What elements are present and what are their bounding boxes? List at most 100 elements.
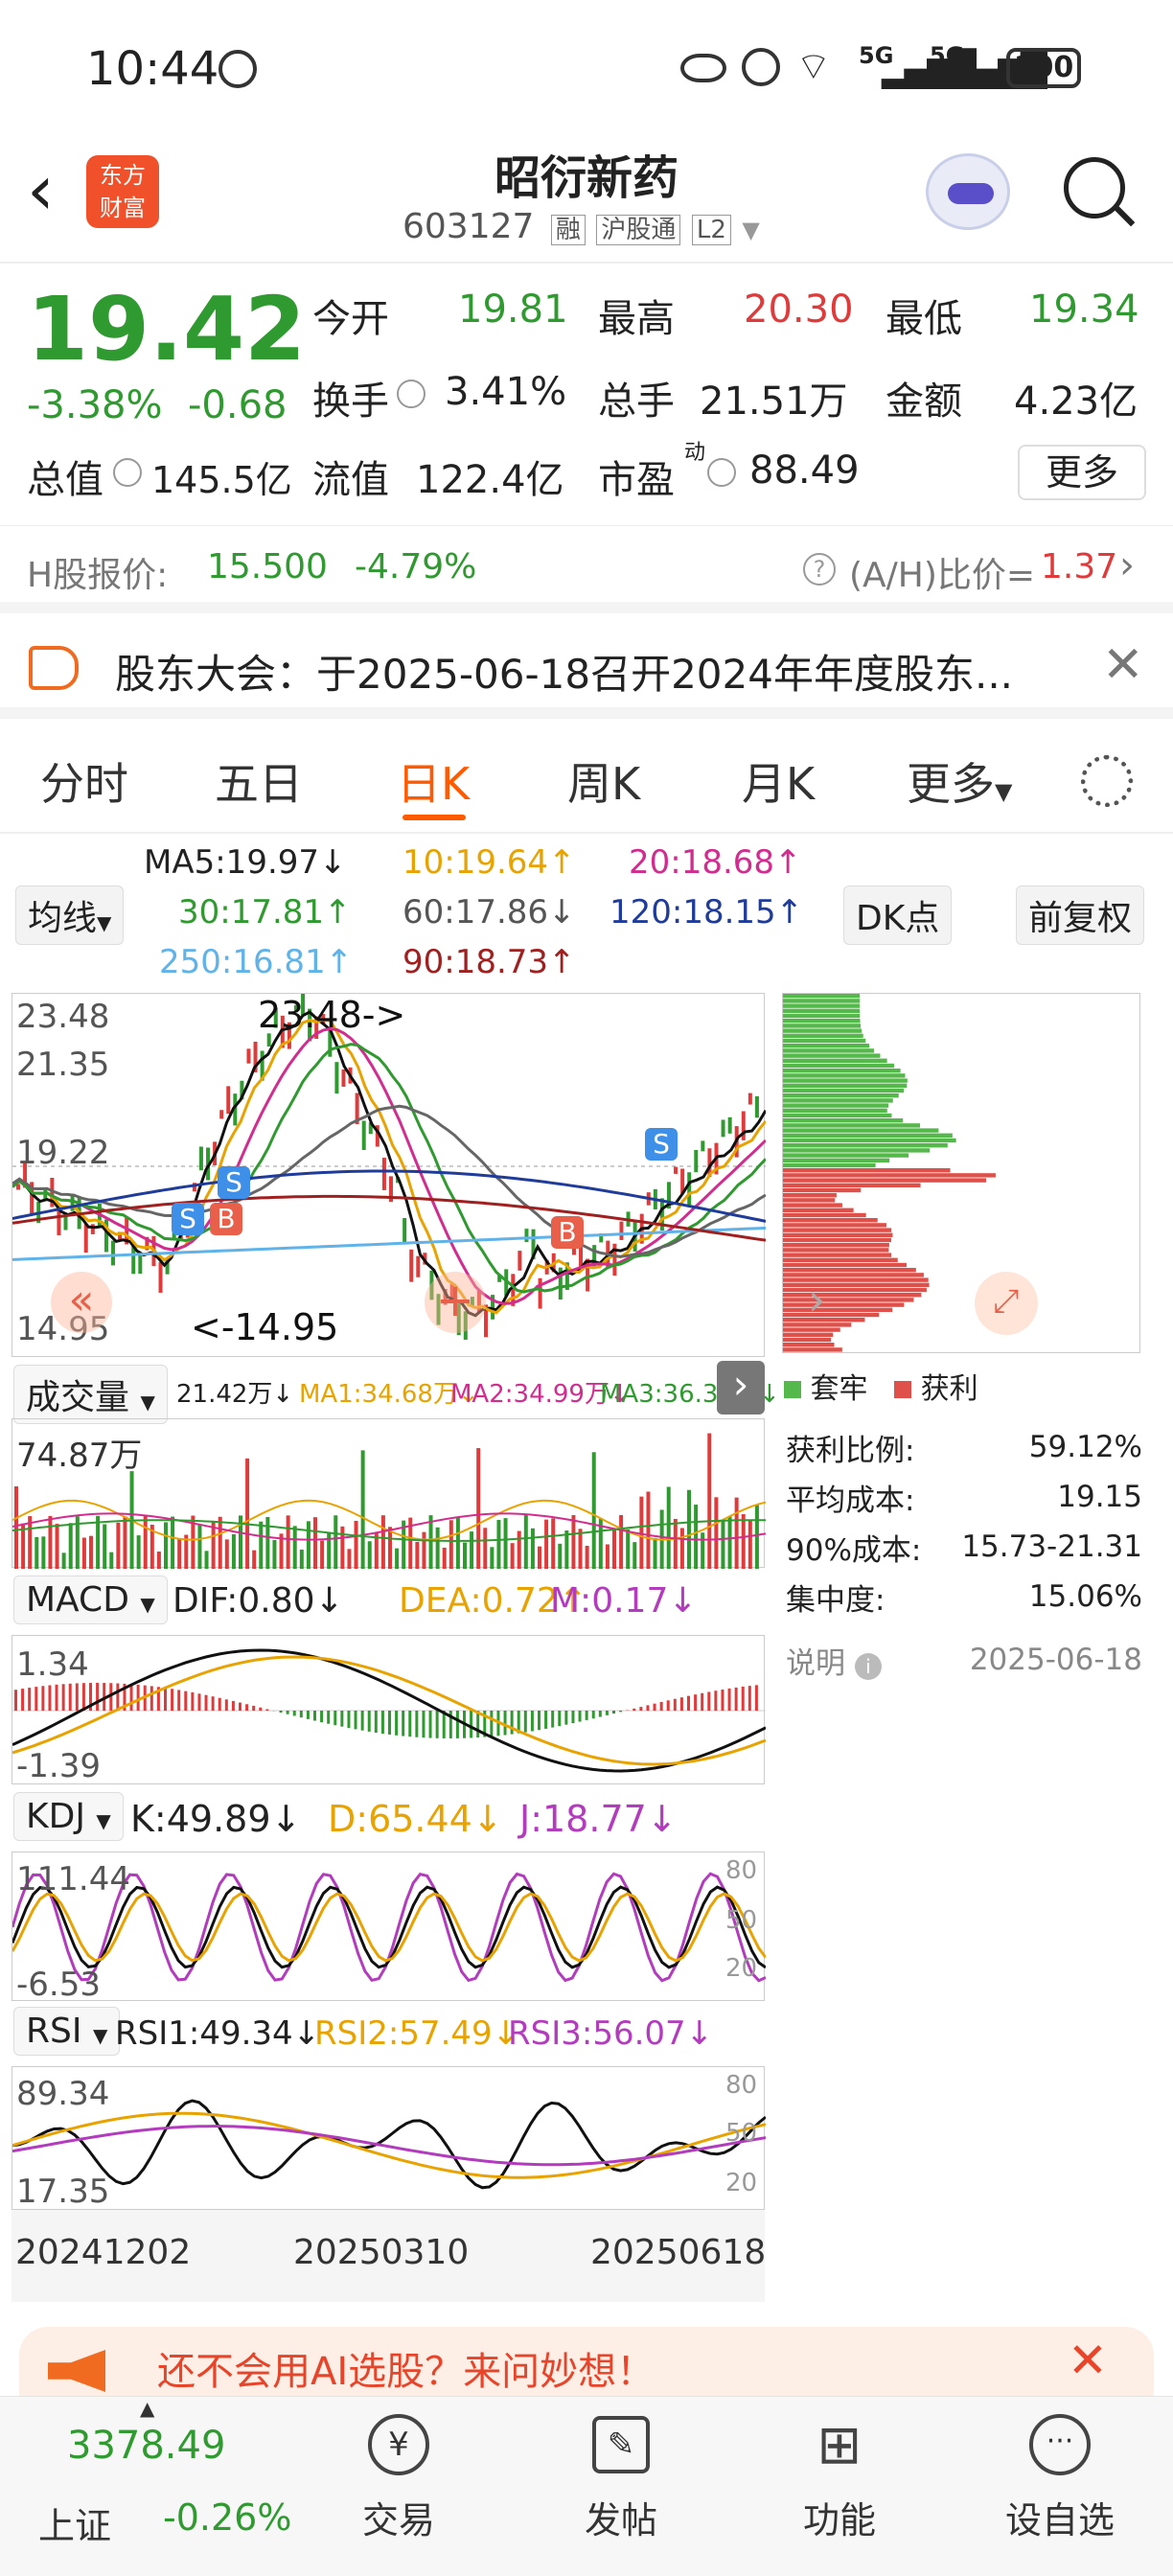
volume-bar: [299, 1549, 304, 1569]
kline-chart[interactable]: 23.48 21.35 19.22 14.95 23.48-> <-14.95 …: [12, 990, 768, 1357]
index-pct[interactable]: -0.26%: [163, 2496, 291, 2539]
macd-bar: [374, 1711, 378, 1733]
gear-icon[interactable]: [1081, 755, 1133, 807]
ma-select[interactable]: 均线▼: [15, 886, 125, 945]
volume-chart[interactable]: 74.87万: [12, 1418, 767, 1569]
buy-marker-icon[interactable]: B: [210, 1203, 242, 1235]
sell-marker-icon[interactable]: S: [218, 1166, 250, 1199]
expand-icon[interactable]: ⤢: [975, 1272, 1038, 1335]
notice-text: 股东大会：于2025-06-18召开2024年年度股东...: [115, 651, 1014, 698]
chevron-right-icon[interactable]: ›: [808, 1274, 825, 1325]
close-icon[interactable]: ✕: [1068, 2333, 1108, 2388]
macd-bar: [75, 1683, 79, 1711]
kdj-d: D:65.44↓: [328, 1798, 503, 1840]
macd-bar: [313, 1711, 316, 1721]
macd-bar: [490, 1711, 494, 1736]
adjust-button[interactable]: 前复权: [1016, 886, 1145, 945]
index-name[interactable]: 上证: [38, 2496, 111, 2549]
macd-chart[interactable]: 1.34 -1.39: [12, 1635, 767, 1785]
volume-bar: [34, 1536, 39, 1569]
macd-bar: [544, 1711, 548, 1729]
expand-right-icon[interactable]: ›: [717, 1361, 765, 1414]
kdj-select[interactable]: KDJ ▼: [13, 1792, 124, 1841]
macd-bar: [218, 1697, 221, 1711]
dk-point-button[interactable]: DK点: [843, 886, 953, 945]
more-dots-icon: ···: [1029, 2414, 1091, 2475]
volume-bar: [448, 1520, 453, 1569]
ai-ad-banner[interactable]: 还不会用AI选股？来问妙想！ ✕: [19, 2327, 1154, 2396]
volume-bar: [490, 1547, 494, 1569]
kdj-j: J:18.77↓: [519, 1798, 678, 1840]
volume-bar: [340, 1526, 345, 1569]
macd-ymax: 1.34: [16, 1645, 89, 1684]
status-time: 10:44: [86, 42, 219, 96]
volume-bar: [55, 1524, 59, 1569]
chip-stats: 获利比例: 59.12% 平均成本: 19.15 90%成本: 15.73-21.31…: [786, 1422, 1142, 1685]
volume-bar: [666, 1486, 671, 1569]
nav-trade[interactable]: ¥ 交易: [332, 2406, 466, 2543]
nav-functions[interactable]: ⊞ 功能: [772, 2406, 907, 2543]
volume-bar: [612, 1530, 616, 1569]
nav-add-watch[interactable]: ··· 设自选: [993, 2406, 1127, 2543]
macd-bar: [116, 1683, 120, 1711]
chip-bar: [783, 1228, 892, 1232]
info-icon[interactable]: [113, 458, 142, 487]
tab-5day[interactable]: 五日: [215, 749, 303, 813]
macd-bar: [721, 1690, 724, 1711]
kdj-chart[interactable]: 111.44 -6.53 80 50 20: [11, 1852, 768, 2004]
buy-marker-icon[interactable]: B: [551, 1216, 584, 1249]
chip-bar: [783, 1257, 898, 1262]
low-annotation: <-14.95: [191, 1306, 339, 1348]
stat-note-row[interactable]: 说明 i 2025-06-18: [786, 1635, 1142, 1685]
sell-marker-icon[interactable]: S: [172, 1203, 204, 1235]
rsi-r80: 80: [725, 2071, 758, 2100]
macd-bar: [191, 1691, 195, 1711]
chip-distribution[interactable]: › ⤢: [782, 993, 1140, 1353]
chip-bar: [783, 1158, 890, 1162]
macd-bar: [96, 1683, 100, 1711]
tab-daily-k[interactable]: 日K: [397, 749, 470, 813]
notice-bar[interactable]: 股东大会：于2025-06-18召开2024年年度股东... ✕: [0, 623, 1173, 719]
dropdown-icon[interactable]: ▼: [742, 217, 759, 243]
candle: [246, 1048, 251, 1064]
candle: [90, 1224, 95, 1234]
info-icon[interactable]: [707, 458, 736, 487]
h-share-row[interactable]: H股报价: 15.500 -4.79% ? (A/H)比价= 1.37 ›: [0, 525, 1173, 613]
crosshair-plus-icon[interactable]: +: [425, 1272, 486, 1333]
info-icon[interactable]: [397, 380, 426, 408]
chip-bar: [783, 1327, 840, 1332]
macd-bar: [340, 1711, 344, 1727]
volume-bar: [123, 1516, 127, 1569]
help-icon[interactable]: ?: [803, 553, 836, 586]
candle: [701, 1140, 705, 1152]
tab-intraday[interactable]: 分时: [40, 749, 128, 813]
tab-more[interactable]: 更多▼: [907, 749, 1012, 813]
chip-bar: [783, 1108, 887, 1113]
volume-select[interactable]: 成交量 ▼: [13, 1365, 168, 1424]
macd-select[interactable]: MACD ▼: [13, 1576, 168, 1624]
chip-bar: [783, 1203, 842, 1208]
volume-bar: [673, 1518, 678, 1569]
tab-monthly-k[interactable]: 月K: [742, 749, 815, 813]
more-button[interactable]: 更多: [1018, 445, 1146, 500]
nav-post[interactable]: ✎ 发帖: [554, 2406, 688, 2543]
chip-bar: [783, 1302, 905, 1307]
current-price: 19.42: [27, 278, 307, 380]
macd-m: M:0.17↓: [550, 1581, 698, 1621]
sell-marker-icon[interactable]: S: [645, 1128, 678, 1161]
tab-weekly-k[interactable]: 周K: [567, 749, 640, 813]
volume-value: 21.51万: [700, 380, 848, 424]
candle: [402, 1217, 407, 1244]
index-value[interactable]: 3378.49: [67, 2424, 225, 2468]
macd-bar: [530, 1711, 534, 1732]
scroll-left-icon[interactable]: «: [51, 1272, 112, 1333]
macd-bar: [395, 1711, 399, 1736]
rsi-select[interactable]: RSI ▼: [13, 2007, 121, 2056]
robot-avatar[interactable]: [926, 153, 1010, 230]
close-icon[interactable]: ✕: [1102, 636, 1144, 694]
chip-bar: [783, 1098, 893, 1103]
stat-key: 90%成本:: [786, 1532, 922, 1568]
candle: [416, 1255, 421, 1277]
macd-ymin: -1.39: [16, 1747, 101, 1785]
rsi-chart[interactable]: 89.34 17.35 80 50 20: [12, 2066, 767, 2211]
